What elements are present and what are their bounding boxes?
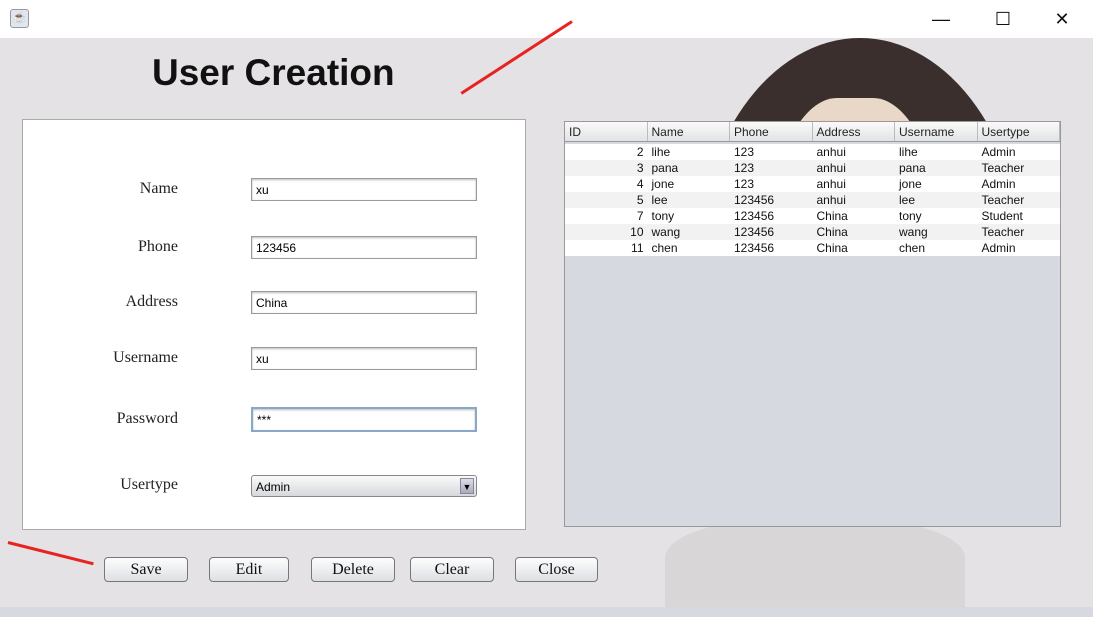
- address-input[interactable]: China: [251, 291, 477, 314]
- usertype-value: Admin: [256, 480, 291, 494]
- table-row[interactable]: 7 tony 123456 China tony Student: [565, 208, 1060, 224]
- chevron-down-icon[interactable]: ▼: [460, 478, 474, 494]
- table-cell: 123456: [734, 241, 775, 255]
- table-cell: lee: [899, 193, 916, 207]
- table-cell: 7: [636, 209, 644, 223]
- table-cell: Student: [981, 209, 1023, 223]
- table-header: ID Name Phone Address Username Usertype: [565, 122, 1060, 142]
- table-cell: anhui: [816, 177, 846, 191]
- table-row[interactable]: 5 lee 123456 anhui lee Teacher: [565, 192, 1060, 208]
- delete-button[interactable]: Delete: [311, 557, 395, 582]
- table-cell: 11: [631, 241, 644, 255]
- table-row[interactable]: 11 chen 123456 China chen Admin: [565, 240, 1060, 256]
- table-cell: jone: [899, 177, 922, 191]
- phone-label: Phone: [138, 238, 178, 255]
- column-header[interactable]: Phone: [730, 122, 813, 141]
- table-cell: lihe: [899, 145, 918, 159]
- table-cell: lihe: [651, 145, 671, 159]
- column-header[interactable]: Name: [648, 122, 730, 141]
- table-cell: 123: [734, 161, 755, 175]
- table-cell: Teacher: [981, 225, 1025, 239]
- name-input[interactable]: xu: [251, 178, 477, 201]
- table-cell: anhui: [816, 193, 846, 207]
- table-cell: Admin: [981, 241, 1016, 255]
- username-label: Username: [113, 349, 178, 366]
- users-table: ID Name Phone Address Username Usertype …: [564, 121, 1061, 527]
- save-button[interactable]: Save: [104, 557, 188, 582]
- table-cell: jone: [651, 177, 675, 191]
- column-header[interactable]: Address: [813, 122, 895, 141]
- table-cell: 2: [636, 145, 644, 159]
- column-header[interactable]: Username: [895, 122, 978, 141]
- table-row[interactable]: 2 lihe 123 anhui lihe Admin: [565, 144, 1060, 160]
- table-cell: Teacher: [981, 161, 1025, 175]
- password-input[interactable]: ***: [251, 407, 477, 432]
- password-label: Password: [116, 410, 178, 427]
- edit-button[interactable]: Edit: [209, 557, 289, 582]
- page-title: User Creation: [152, 52, 395, 93]
- annotation-arrow: [7, 541, 94, 566]
- table-cell: China: [816, 209, 848, 223]
- table-cell: 123: [734, 145, 755, 159]
- table-cell: wang: [899, 225, 928, 239]
- column-header[interactable]: Usertype: [978, 122, 1060, 141]
- table-cell: chen: [899, 241, 926, 255]
- usertype-label: Usertype: [120, 476, 178, 493]
- close-icon[interactable]: ✕: [1039, 0, 1085, 38]
- table-row[interactable]: 10 wang 123456 China wang Teacher: [565, 224, 1060, 240]
- table-cell: Admin: [981, 177, 1016, 191]
- table-cell: anhui: [816, 161, 846, 175]
- username-input[interactable]: xu: [251, 347, 477, 370]
- column-header[interactable]: ID: [565, 122, 648, 141]
- table-cell: anhui: [816, 145, 846, 159]
- table-cell: wang: [651, 225, 681, 239]
- table-cell: Teacher: [981, 193, 1025, 207]
- table-cell: chen: [651, 241, 678, 255]
- table-cell: tony: [899, 209, 922, 223]
- table-cell: 4: [636, 177, 644, 191]
- table-cell: tony: [651, 209, 675, 223]
- name-label: Name: [139, 180, 178, 197]
- table-cell: lee: [651, 193, 668, 207]
- table-cell: China: [816, 241, 848, 255]
- table-cell: 10: [630, 225, 644, 239]
- table-cell: 123456: [734, 193, 775, 207]
- table-cell: China: [816, 225, 848, 239]
- table-cell: 123456: [734, 209, 775, 223]
- table-row[interactable]: 4 jone 123 anhui jone Admin: [565, 176, 1060, 192]
- table-row[interactable]: 3 pana 123 anhui pana Teacher: [565, 160, 1060, 176]
- minimize-icon[interactable]: —: [918, 0, 964, 38]
- table-cell: 3: [636, 161, 644, 175]
- close-button[interactable]: Close: [515, 557, 598, 582]
- phone-input[interactable]: 123456: [251, 236, 477, 259]
- table-cell: pana: [899, 161, 926, 175]
- table-cell: 123456: [734, 225, 775, 239]
- java-icon: ☕: [10, 9, 29, 28]
- table-cell: pana: [651, 161, 679, 175]
- clear-button[interactable]: Clear: [410, 557, 494, 582]
- title-bar: ☕ — ☐ ✕: [0, 0, 1093, 38]
- address-label: Address: [125, 293, 178, 310]
- table-cell: Admin: [981, 145, 1016, 159]
- status-strip: [0, 607, 1093, 617]
- user-form: Name xu Phone 123456 Address China Usern…: [22, 119, 526, 530]
- table-cell: 5: [636, 193, 644, 207]
- usertype-select[interactable]: Admin ▼: [251, 475, 477, 497]
- maximize-icon[interactable]: ☐: [980, 0, 1026, 38]
- table-cell: 123: [734, 177, 755, 191]
